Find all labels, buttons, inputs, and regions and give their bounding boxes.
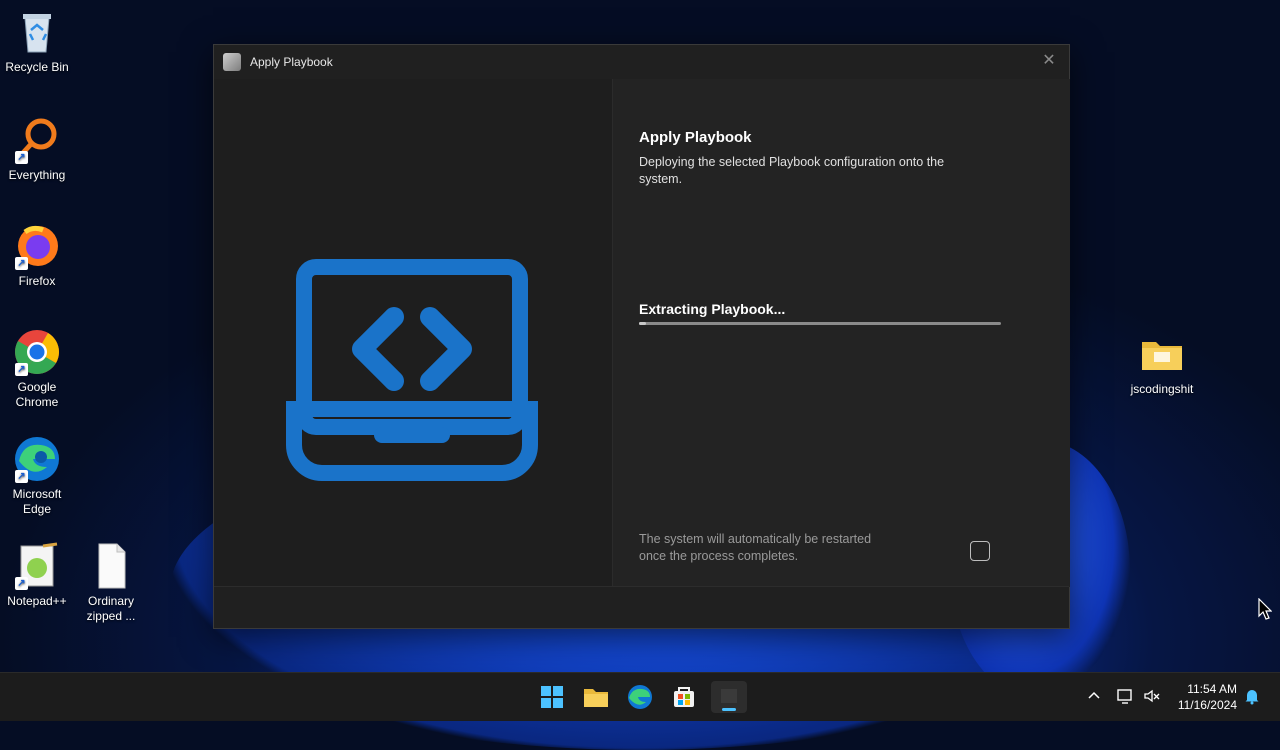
everything-icon: ↗ <box>13 116 61 164</box>
progress-bar <box>639 322 1001 325</box>
desktop-icon-label: Firefox <box>18 274 56 288</box>
desktop-icon-label: Notepad++ <box>7 594 67 608</box>
desktop-icon-jscodingshit[interactable]: jscodingshit <box>1126 330 1198 397</box>
desktop-icon-label: Ordinary zipped ... <box>86 594 136 623</box>
app-icon <box>223 53 241 71</box>
network-button[interactable] <box>1116 687 1134 710</box>
windows-logo-icon <box>541 686 563 708</box>
volume-muted-icon <box>1144 689 1160 703</box>
progress-bar-fill <box>639 322 647 325</box>
page-heading: Apply Playbook <box>639 129 752 146</box>
desktop-icon-label: Recycle Bin <box>5 60 69 74</box>
desktop-icon-ordinary-zipped[interactable]: Ordinary zipped ... <box>75 542 147 624</box>
close-icon: ✕ <box>1042 52 1056 69</box>
clock-time: 11:54 AM <box>1187 682 1237 696</box>
restart-checkbox[interactable] <box>970 541 990 561</box>
dialog-footer <box>214 586 1069 628</box>
file-explorer-button[interactable] <box>580 681 612 713</box>
show-hidden-icons-button[interactable] <box>1086 687 1102 708</box>
folder-icon <box>1138 330 1186 378</box>
chrome-icon: ↗ <box>13 328 61 376</box>
volume-button[interactable] <box>1143 687 1161 710</box>
shortcut-arrow-icon: ↗ <box>15 363 28 376</box>
content-pane: Apply Playbook Deploying the selected Pl… <box>612 79 1070 587</box>
chevron-up-icon <box>1088 691 1100 699</box>
mouse-cursor-icon <box>1258 598 1272 620</box>
desktop-icon-edge[interactable]: ↗ Microsoft Edge <box>1 435 73 517</box>
shortcut-arrow-icon: ↗ <box>15 470 28 483</box>
firefox-icon: ↗ <box>13 222 61 270</box>
desktop-icon-everything[interactable]: ↗ Everything <box>1 116 73 183</box>
network-icon <box>1117 689 1132 704</box>
title-bar[interactable]: Apply Playbook ✕ <box>214 45 1069 79</box>
store-button[interactable] <box>668 681 700 713</box>
taskbar-clock[interactable]: 11:54 AM 11/16/2024 <box>1178 681 1237 713</box>
taskbar: 11:54 AM 11/16/2024 <box>0 672 1280 721</box>
playbook-taskbar-button[interactable] <box>711 681 747 713</box>
desktop-icon-label: Google Chrome <box>15 380 59 409</box>
restart-note: The system will automatically be restart… <box>639 532 872 563</box>
notifications-button[interactable] <box>1243 687 1261 710</box>
desktop-icon-notepadpp[interactable]: ↗ Notepad++ <box>1 542 73 609</box>
store-icon <box>674 687 694 707</box>
recycle-bin-icon <box>13 8 61 56</box>
desktop-icon-label: Microsoft Edge <box>12 487 62 516</box>
desktop-icon-chrome[interactable]: ↗ Google Chrome <box>1 328 73 410</box>
start-button[interactable] <box>536 681 568 713</box>
clock-date: 11/16/2024 <box>1177 698 1237 712</box>
desktop-icon-label: Everything <box>8 168 66 182</box>
desktop-icon-label: jscodingshit <box>1130 382 1194 396</box>
edge-icon: ↗ <box>13 435 61 483</box>
laptop-code-icon <box>286 259 538 481</box>
page-description: Deploying the selected Playbook configur… <box>639 155 945 186</box>
shortcut-arrow-icon: ↗ <box>15 151 28 164</box>
edge-taskbar-button[interactable] <box>624 681 656 713</box>
window-title: Apply Playbook <box>250 55 333 69</box>
file-explorer-icon <box>584 689 608 707</box>
apply-playbook-window: Apply Playbook ✕ Apply Playbook Deployin… <box>213 44 1070 629</box>
shortcut-arrow-icon: ↗ <box>15 577 28 590</box>
shortcut-arrow-icon: ↗ <box>15 257 28 270</box>
desktop-icon-recycle-bin[interactable]: Recycle Bin <box>1 8 73 75</box>
notepadpp-icon: ↗ <box>13 542 61 590</box>
file-icon <box>87 542 135 590</box>
desktop-icon-firefox[interactable]: ↗ Firefox <box>1 222 73 289</box>
illustration-pane <box>214 79 612 587</box>
bell-icon <box>1245 690 1259 705</box>
progress-status: Extracting Playbook... <box>639 301 786 317</box>
active-indicator <box>722 708 736 711</box>
edge-icon <box>628 685 652 709</box>
close-button[interactable]: ✕ <box>1035 49 1063 73</box>
